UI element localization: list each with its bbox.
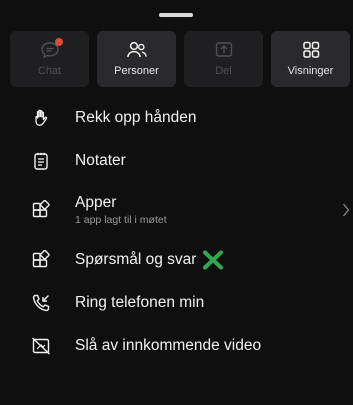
menu-sublabel-apps: 1 app lagt til i møtet (75, 214, 167, 226)
menu-label-notes: Notater (75, 151, 126, 169)
menu-item-qa[interactable]: Spørsmål og svar (0, 238, 353, 281)
menu-label-turn-off-incoming-video: Slå av innkommende video (75, 336, 262, 354)
green-x-mark-icon (202, 250, 224, 270)
menu-item-notes[interactable]: Notater (0, 139, 353, 182)
tile-views-label: Visninger (287, 65, 334, 77)
menu-text: Ring telefonen min (75, 294, 204, 312)
tile-share-label: Del (215, 65, 232, 77)
grid-icon (300, 41, 322, 59)
notes-icon (31, 151, 51, 171)
tile-chat[interactable]: Chat (10, 31, 89, 87)
share-icon (213, 41, 235, 59)
menu-item-raise-hand[interactable]: Rekk opp hånden (0, 96, 353, 139)
menu-text: Slå av innkommende video (75, 337, 261, 355)
tile-chat-label: Chat (37, 65, 62, 77)
menu-label-qa: Spørsmål og svar (75, 250, 197, 268)
tile-views[interactable]: Visninger (271, 31, 350, 87)
chevron-right-icon (341, 201, 351, 219)
menu-item-apps[interactable]: Apper 1 app lagt til i møtet (0, 182, 353, 238)
more-options-menu: Rekk opp hånden Notater Apper 1 app lagt… (0, 96, 353, 367)
menu-text: Spørsmål og svar (75, 250, 224, 270)
tile-people-label: Personer (114, 65, 159, 77)
menu-text: Notater (75, 152, 126, 170)
apps-icon (31, 200, 51, 220)
tile-people[interactable]: Personer (97, 31, 176, 87)
action-tiles: Chat Personer Del Visninger (10, 31, 353, 87)
people-icon (126, 41, 148, 59)
menu-label-raise-hand: Rekk opp hånden (75, 108, 197, 126)
apps-icon (31, 249, 51, 270)
chat-unread-badge (55, 38, 63, 46)
menu-item-turn-off-incoming-video[interactable]: Slå av innkommende video (0, 324, 353, 367)
menu-text: Rekk opp hånden (75, 109, 197, 127)
menu-label-qa-row: Spørsmål og svar (75, 250, 224, 270)
drag-handle[interactable] (159, 13, 193, 17)
menu-text: Apper 1 app lagt til i møtet (75, 194, 167, 226)
menu-label-apps: Apper (75, 194, 117, 211)
menu-label-call-my-phone: Ring telefonen min (75, 293, 205, 311)
tile-share[interactable]: Del (184, 31, 263, 87)
phone-callback-icon (31, 293, 51, 313)
menu-item-call-my-phone[interactable]: Ring telefonen min (0, 281, 353, 324)
raise-hand-icon (31, 108, 51, 128)
video-off-icon (31, 336, 51, 356)
